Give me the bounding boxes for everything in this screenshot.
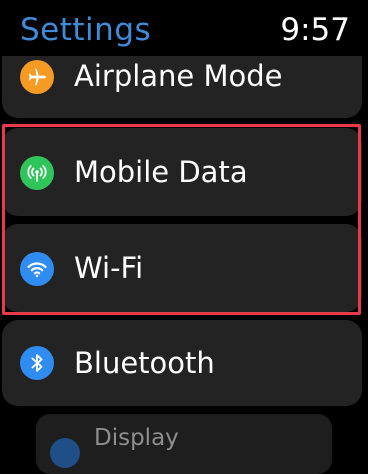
settings-row-display[interactable]: Display [36,414,332,474]
display-icon [50,438,80,468]
settings-row-label: Bluetooth [74,346,215,380]
wifi-icon [20,252,54,286]
clock-time-overlay: 9:57 [280,12,350,48]
settings-row-label: Mobile Data [74,155,248,189]
status-header-overlay: Settings 9:57 [0,0,368,58]
page-title-overlay: Settings [20,12,152,48]
settings-row-bluetooth[interactable]: Bluetooth [2,320,362,406]
settings-row-mobile-data[interactable]: Mobile Data [2,128,362,216]
settings-row-wifi[interactable]: Wi-Fi [2,224,362,312]
cellular-antenna-icon [20,156,54,190]
bluetooth-icon [20,346,54,380]
settings-row-label: Airplane Mode [74,59,283,93]
settings-row-label: Wi-Fi [74,251,144,285]
airplane-icon [20,60,54,94]
